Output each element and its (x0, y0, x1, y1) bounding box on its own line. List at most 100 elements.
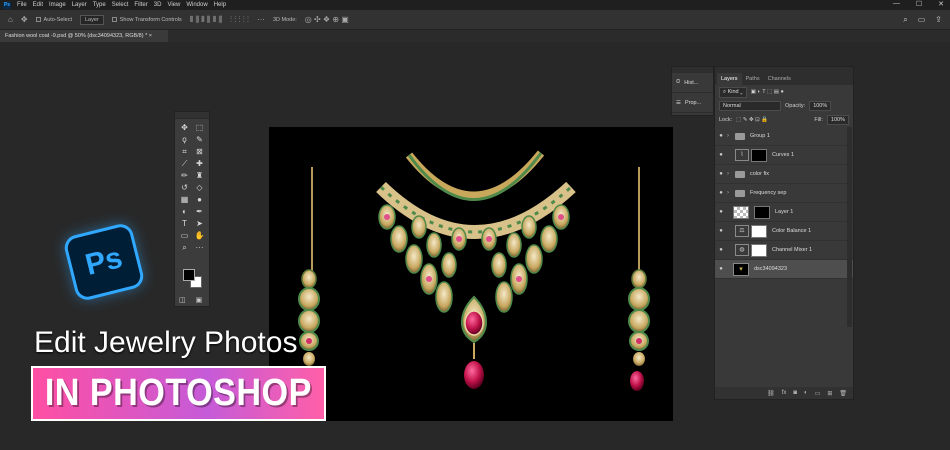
menu-filter[interactable]: Filter (134, 2, 147, 8)
layer-row[interactable]: ● › color fix (715, 165, 853, 184)
history-label: Hist... (684, 79, 699, 86)
search-icon[interactable]: ⌕ (903, 15, 907, 25)
eyedropper-tool-icon[interactable]: ⟋ (177, 159, 192, 168)
menu-edit[interactable]: Edit (33, 2, 43, 8)
screen-mode-icon[interactable]: ▣ (196, 296, 203, 304)
layer-row[interactable]: ● ⌇ Curves 1 (715, 146, 853, 165)
fill-field[interactable]: 100% (826, 115, 849, 125)
minimize-button[interactable]: — (893, 0, 900, 8)
color-balance-adjustment-icon: ⚖ (735, 225, 749, 237)
visibility-eye-icon[interactable]: ● (715, 209, 727, 215)
kind-filter-dropdown[interactable]: ⌕ Kind ⌄ (719, 86, 747, 98)
quick-mask-icon[interactable]: ◫ (179, 296, 186, 304)
tab-channels[interactable]: Channels (764, 73, 795, 85)
tools-grid: ✥ ⬚ ϙ ✎ ⌗ ⊠ ⟋ ✚ ✏ ♜ ↺ ◇ ▦ ● ◐ ✒ T ➤ ▭ ✋ … (175, 119, 209, 256)
more-options-icon[interactable]: ··· (257, 15, 265, 24)
properties-panel-button[interactable]: ☰ Prop... (672, 93, 713, 113)
layer-row[interactable]: ● › Frequency sep (715, 184, 853, 203)
show-transform-checkbox[interactable]: Show Transform Controls (111, 17, 182, 23)
chevron-right-icon[interactable]: › (727, 133, 735, 139)
menu-3d[interactable]: 3D (154, 2, 162, 8)
foreground-color-swatch[interactable] (183, 269, 195, 281)
crop-tool-icon[interactable]: ⌗ (177, 147, 192, 156)
layer-row[interactable]: ● ⚖ Color Balance 1 (715, 222, 853, 241)
frame-tool-icon[interactable]: ⊠ (192, 147, 207, 156)
filter-icons[interactable]: ▣ ◐ T ⬚ ▤ ● (751, 89, 784, 95)
add-mask-icon[interactable]: ◙ (793, 390, 797, 396)
lock-icons[interactable]: ⬚ ✎ ✥ ⊡ 🔒 (736, 117, 768, 123)
dodge-tool-icon[interactable]: ◐ (177, 207, 192, 216)
opacity-field[interactable]: 100% (809, 101, 832, 111)
visibility-eye-icon[interactable]: ● (715, 247, 727, 253)
tab-paths[interactable]: Paths (742, 73, 764, 85)
tab-layers[interactable]: Layers (717, 73, 742, 85)
layer-row[interactable]: ● ◍ Channel Mixer 1 (715, 241, 853, 260)
tools-panel: ✥ ⬚ ϙ ✎ ⌗ ⊠ ⟋ ✚ ✏ ♜ ↺ ◇ ▦ ● ◐ ✒ T ➤ ▭ ✋ … (174, 111, 210, 307)
new-group-icon[interactable]: ▭ (815, 390, 821, 397)
menu-window[interactable]: Window (186, 2, 207, 8)
new-layer-icon[interactable]: ⊞ (827, 390, 832, 397)
path-select-icon[interactable]: ➤ (192, 219, 207, 228)
auto-select-checkbox[interactable]: Auto-Select (35, 17, 72, 23)
layer-row[interactable]: ● Layer 1 (715, 203, 853, 222)
align-icons[interactable]: ⫴ ⫼ ⫴ ⫼ ⫴ ⫼ (190, 15, 222, 25)
menu-help[interactable]: Help (214, 2, 226, 8)
visibility-eye-icon[interactable]: ● (715, 171, 727, 177)
eraser-tool-icon[interactable]: ◇ (192, 183, 207, 192)
fx-icon[interactable]: fx (782, 390, 787, 396)
quick-select-tool-icon[interactable]: ✎ (192, 135, 207, 144)
visibility-eye-icon[interactable]: ● (715, 266, 727, 272)
move-tool-icon[interactable]: ✥ (177, 123, 192, 132)
blur-tool-icon[interactable]: ● (192, 195, 207, 204)
3d-tool-icons[interactable]: ◎ ✣ ❖ ⊕ ▣ (305, 15, 349, 24)
layers-footer: ⛓ fx ◙ ◐ ▭ ⊞ 🗑 (715, 387, 853, 399)
menu-type[interactable]: Type (93, 2, 106, 8)
visibility-eye-icon[interactable]: ● (715, 190, 727, 196)
document-canvas[interactable] (269, 127, 673, 421)
menu-file[interactable]: File (17, 2, 27, 8)
menu-image[interactable]: Image (49, 2, 66, 8)
delete-layer-icon[interactable]: 🗑 (839, 390, 847, 397)
menu-view[interactable]: View (167, 2, 180, 8)
share-icon[interactable]: ⇪ (935, 15, 942, 25)
visibility-eye-icon[interactable]: ● (715, 133, 727, 139)
menu-select[interactable]: Select (112, 2, 129, 8)
gradient-tool-icon[interactable]: ▦ (177, 195, 192, 204)
visibility-eye-icon[interactable]: ● (715, 228, 727, 234)
visibility-eye-icon[interactable]: ● (715, 152, 727, 158)
menu-layer[interactable]: Layer (72, 2, 87, 8)
link-layers-icon[interactable]: ⛓ (767, 390, 775, 397)
chevron-right-icon[interactable]: › (727, 190, 735, 196)
workspace-icon[interactable]: ▭ (918, 15, 926, 25)
layers-scrollbar[interactable] (847, 127, 852, 327)
more-tools-icon[interactable]: ··· (192, 243, 207, 252)
distribute-icons[interactable]: ⫶ ⫶ ⫶ ⫶ ⫶ (230, 15, 249, 25)
jewelry-photo (298, 150, 650, 391)
history-brush-icon[interactable]: ↺ (177, 183, 192, 192)
close-tab-icon[interactable]: × (149, 33, 152, 39)
maximize-button[interactable]: ☐ (916, 0, 922, 8)
adjustment-layer-icon[interactable]: ◐ (804, 390, 808, 396)
zoom-tool-icon[interactable]: ⌕ (177, 243, 192, 252)
hand-tool-icon[interactable]: ✋ (192, 231, 207, 240)
history-panel-button[interactable]: ⏲ Hist... (672, 73, 713, 93)
stamp-tool-icon[interactable]: ♜ (192, 171, 207, 180)
home-icon[interactable]: ⌂ (8, 15, 13, 24)
layer-row[interactable]: ● › Group 1 (715, 127, 853, 146)
rectangle-tool-icon[interactable]: ▭ (177, 231, 192, 240)
healing-brush-icon[interactable]: ✚ (192, 159, 207, 168)
move-tool-icon[interactable]: ✥ (21, 15, 28, 24)
brush-tool-icon[interactable]: ✏ (177, 171, 192, 180)
layer-row-selected[interactable]: ● ▾ dsc34094323 (715, 260, 853, 279)
panel-grip[interactable] (175, 112, 209, 119)
blend-mode-dropdown[interactable]: Normal (719, 101, 781, 111)
auto-select-dropdown[interactable]: Layer (79, 14, 104, 25)
lasso-tool-icon[interactable]: ϙ (177, 135, 192, 144)
3d-mode-label: 3D Mode: (272, 16, 297, 23)
chevron-right-icon[interactable]: › (727, 171, 735, 177)
type-tool-icon[interactable]: T (177, 219, 192, 228)
document-tab[interactable]: Fashion wool coat -9.psd @ 50% (dsc34094… (0, 30, 168, 42)
close-button[interactable]: ✕ (938, 0, 944, 8)
marquee-tool-icon[interactable]: ⬚ (192, 123, 207, 132)
pen-tool-icon[interactable]: ✒ (192, 207, 207, 216)
